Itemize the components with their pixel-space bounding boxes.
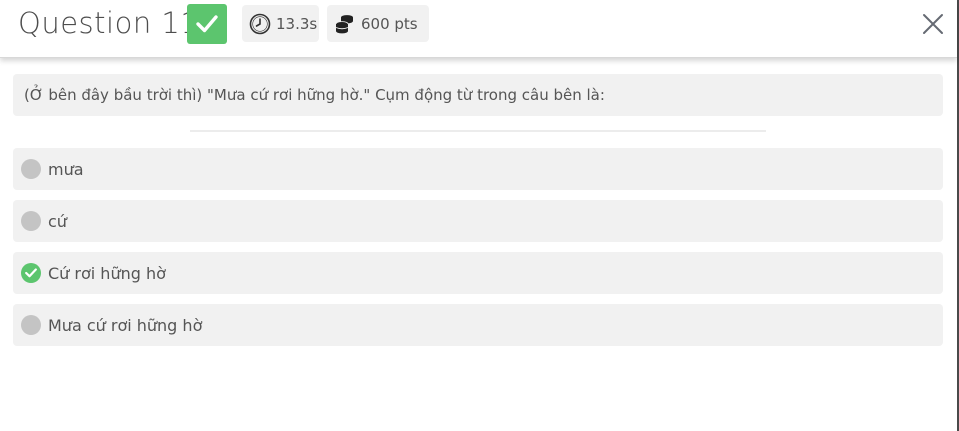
timer-chip: 13.3s — [242, 5, 319, 42]
correct-check-icon — [21, 263, 41, 283]
answer-option-3[interactable]: Cứ rơi hững hờ — [13, 252, 943, 294]
answer-option-label: mưa — [48, 159, 84, 179]
coins-icon — [335, 14, 354, 33]
answer-option-1[interactable]: mưa — [13, 148, 943, 190]
radio-icon — [21, 315, 41, 335]
answer-option-label: Mưa cứ rơi hững hờ — [48, 315, 203, 335]
close-icon[interactable] — [921, 12, 945, 36]
question-title: Question 11 — [18, 6, 200, 40]
answer-option-2[interactable]: cứ — [13, 200, 943, 242]
question-text: (Ở bên đây bầu trời thì) "Mưa cứ rơi hữn… — [24, 86, 605, 104]
timer-value: 13.3s — [276, 14, 318, 33]
clock-icon — [249, 13, 271, 34]
quiz-page: Question 11 13.3s 600 pts (Ở bên đây bầu… — [0, 0, 959, 431]
divider — [190, 130, 766, 132]
correct-status-badge — [187, 4, 227, 44]
radio-icon — [21, 159, 41, 179]
answer-option-label: Cứ rơi hững hờ — [48, 263, 166, 283]
question-header: Question 11 13.3s 600 pts — [0, 0, 957, 58]
check-icon — [196, 15, 218, 33]
answer-option-label: cứ — [48, 211, 67, 231]
radio-icon — [21, 211, 41, 231]
question-text-box: (Ở bên đây bầu trời thì) "Mưa cứ rơi hữn… — [13, 74, 943, 116]
points-chip: 600 pts — [327, 5, 429, 42]
points-value: 600 pts — [361, 14, 418, 33]
answer-option-4[interactable]: Mưa cứ rơi hững hờ — [13, 304, 943, 346]
